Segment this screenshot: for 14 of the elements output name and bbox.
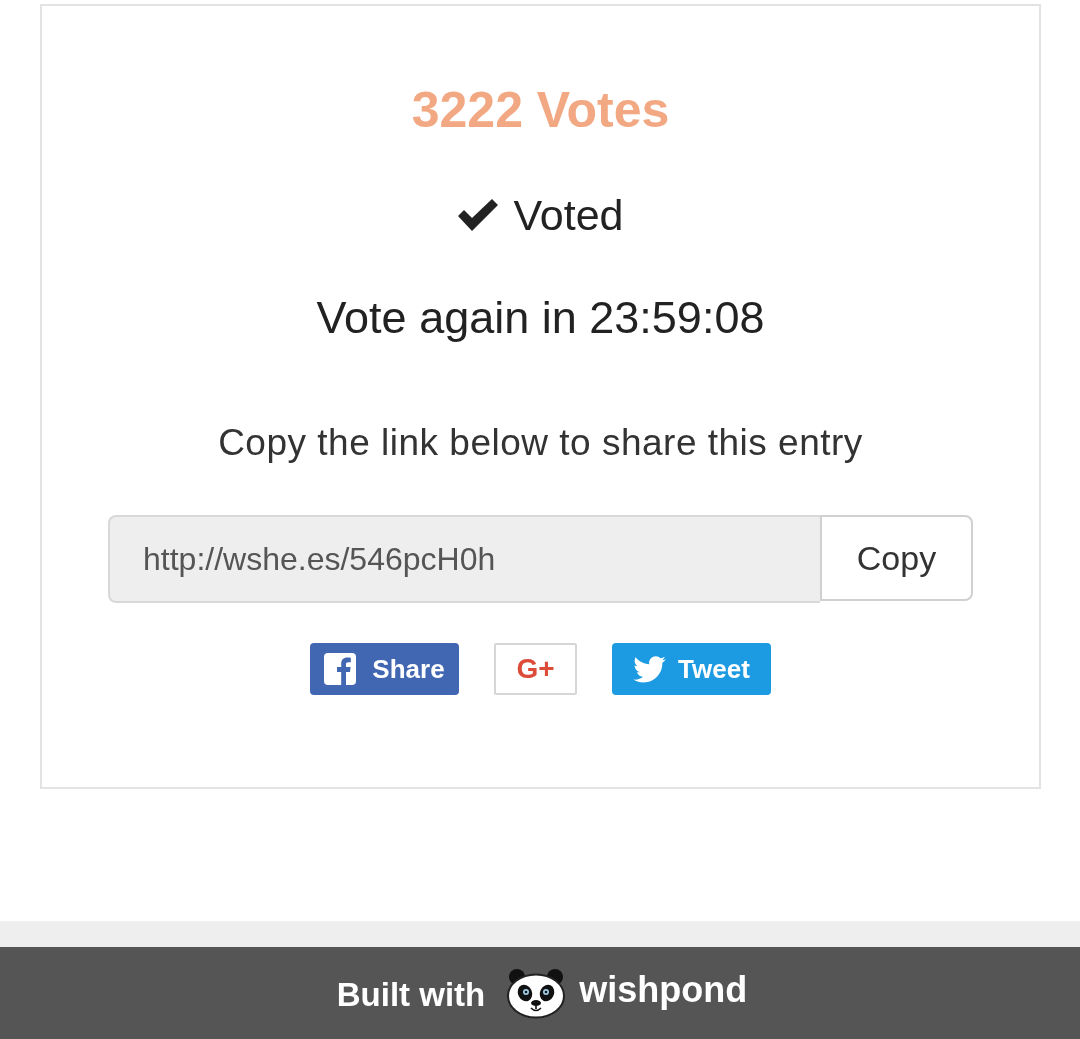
link-field[interactable]: http://wshe.es/546pcH0h <box>108 515 820 603</box>
countdown-text: Vote again in 23:59:08 <box>316 292 765 344</box>
google-plus-button[interactable]: G+ <box>494 643 577 695</box>
panda-icon <box>505 967 568 1019</box>
bird-icon <box>633 655 667 683</box>
share-prompt: Copy the link below to share this entry <box>218 421 863 465</box>
built-with-text: Built with <box>336 976 486 1014</box>
copy-button[interactable]: Copy <box>820 515 973 601</box>
voted-status: Voted <box>513 190 624 241</box>
facebook-icon <box>324 653 357 685</box>
facebook-share-button[interactable]: Share <box>310 643 459 695</box>
vote-count: 3222 Votes <box>411 84 670 136</box>
tweet-button[interactable]: Tweet <box>612 643 771 695</box>
brand-name: wishpond <box>579 969 748 1011</box>
